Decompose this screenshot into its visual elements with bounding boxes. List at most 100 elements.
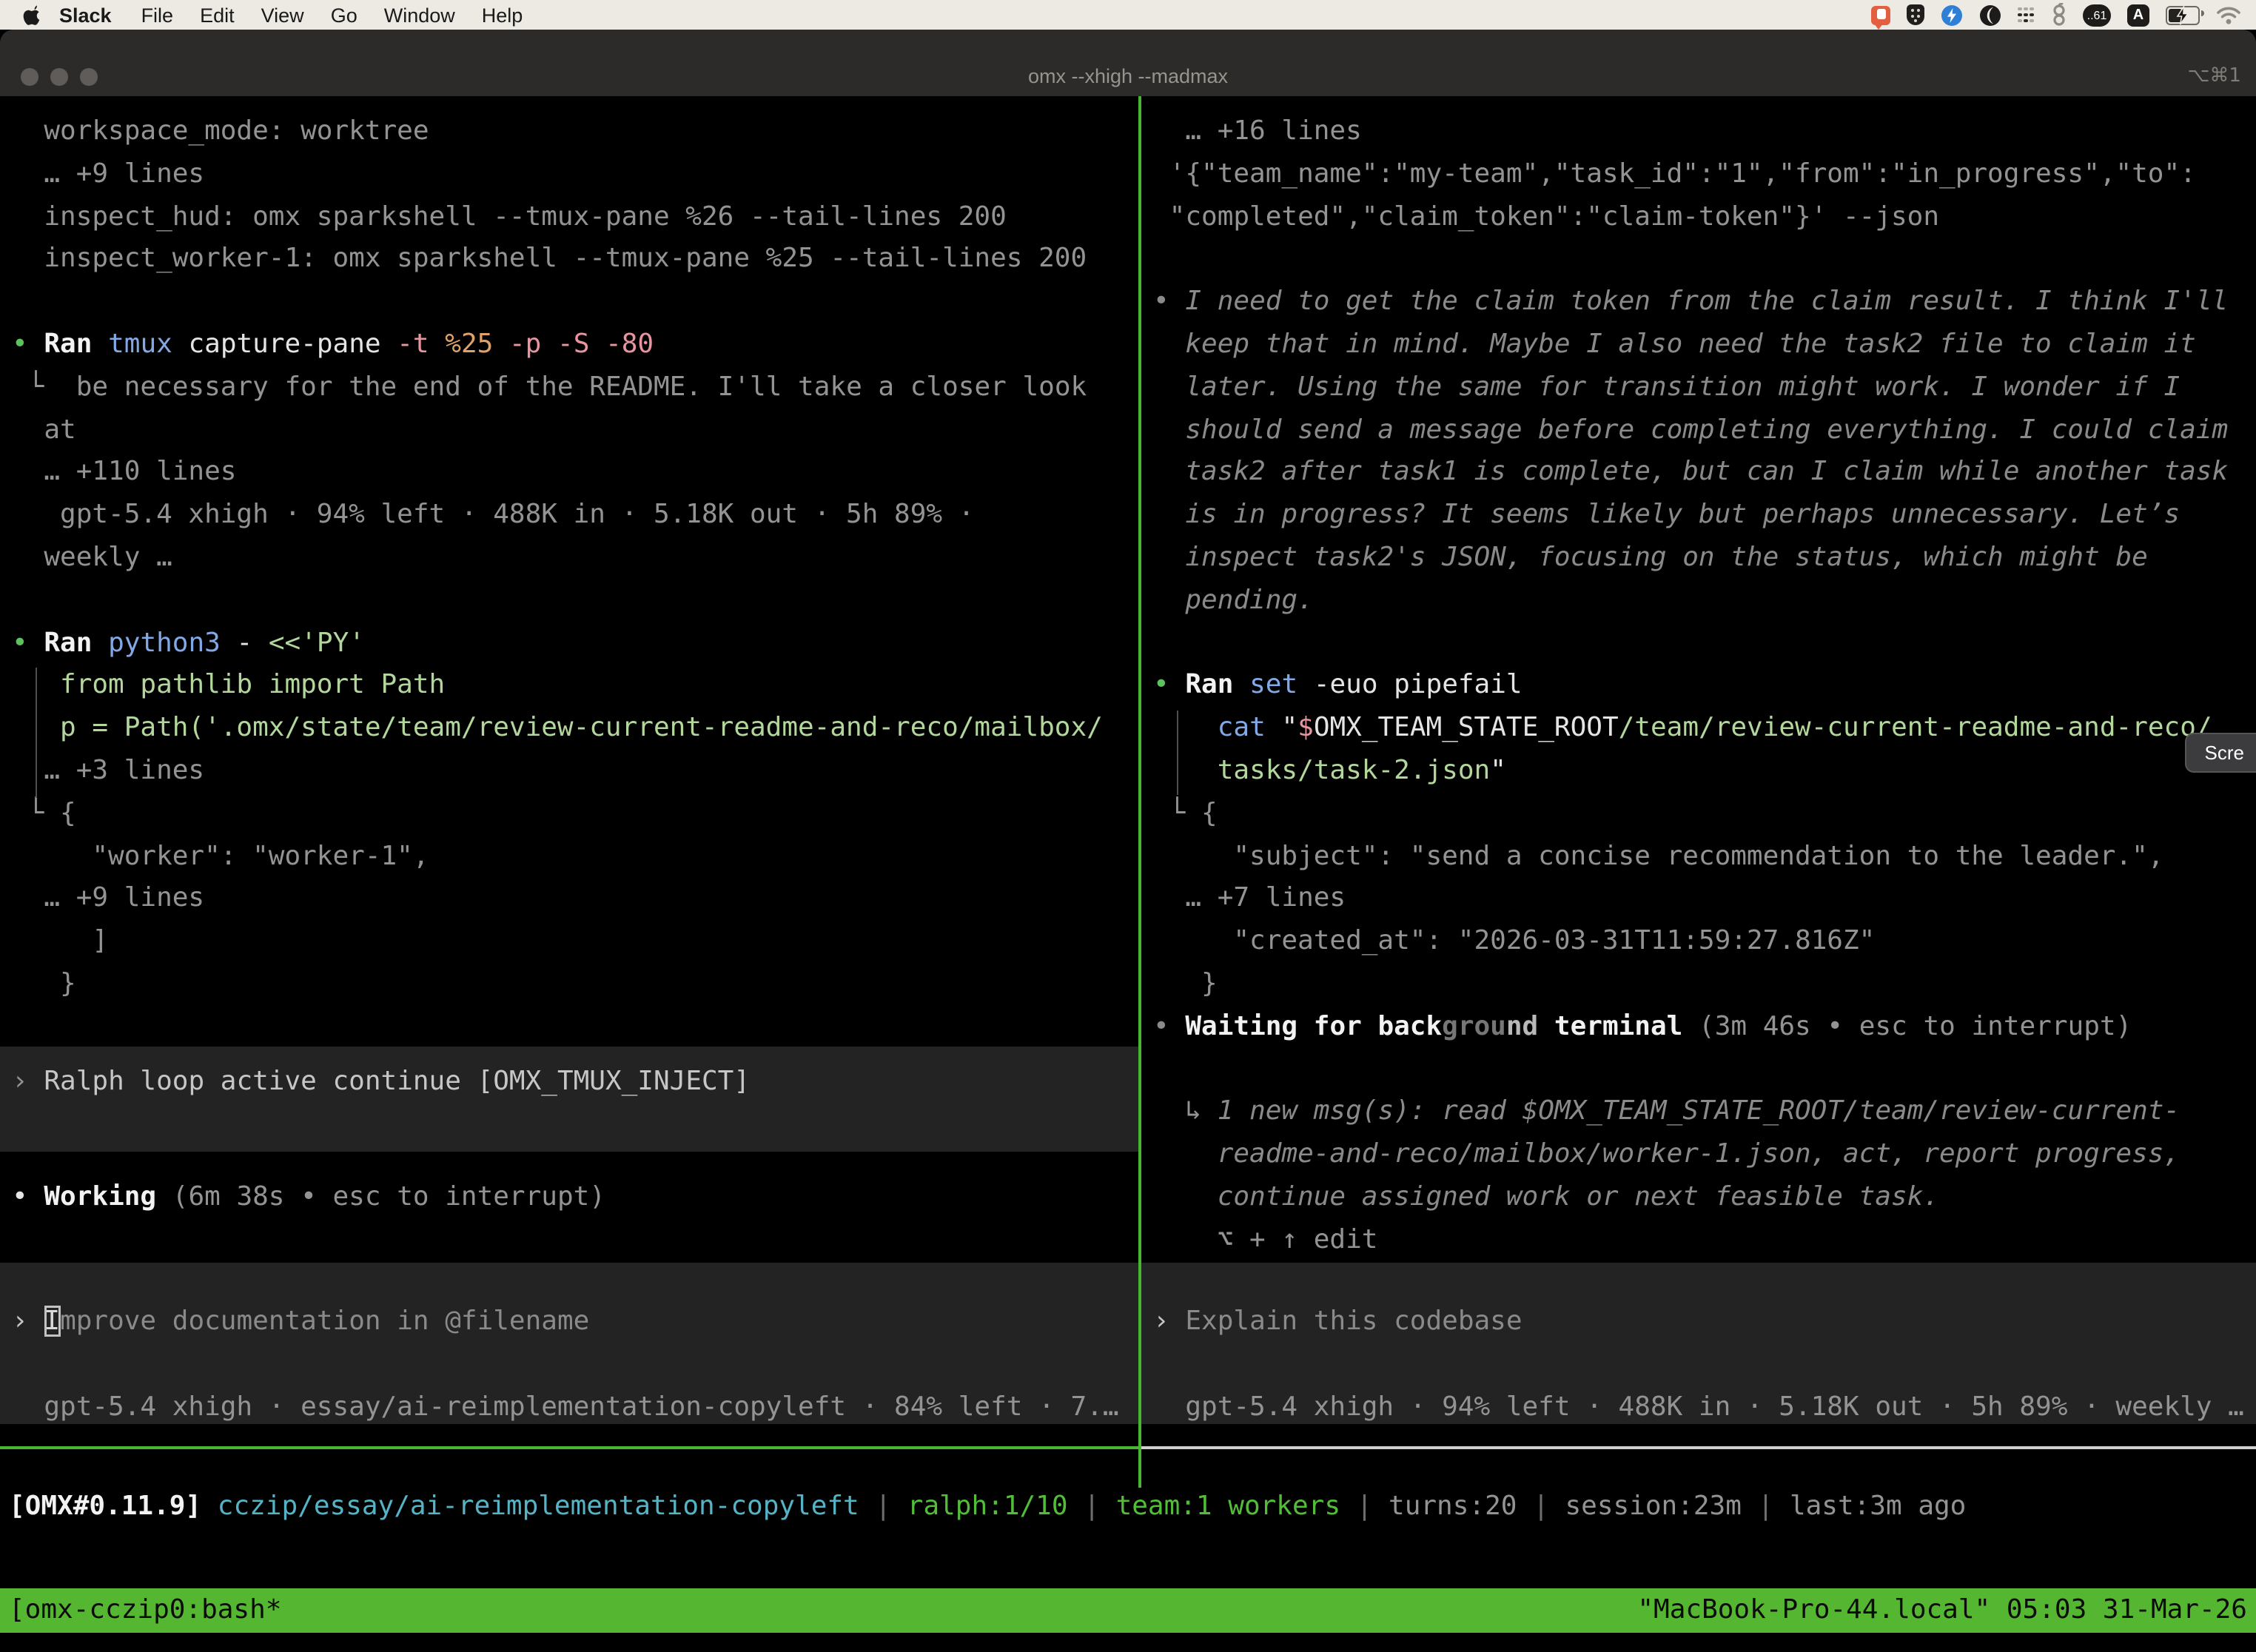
terminal-line: • Ran python3 - <<'PY'	[12, 622, 1138, 665]
terminal-line: readme-and-reco/mailbox/worker-1.json, a…	[1153, 1134, 2256, 1177]
chat-app-icon[interactable]	[1871, 5, 1890, 24]
screen-tooltip: Scre	[2186, 733, 2256, 773]
terminal-line: inspect_worker-1: omx sparkshell --tmux-…	[12, 239, 1138, 282]
terminal-line: • Working (6m 38s • esc to interrupt)	[12, 1177, 1138, 1220]
model-status-line-right: gpt-5.4 xhigh · 94% left · 488K in · 5.1…	[1141, 1387, 2256, 1430]
menu-item-help[interactable]: Help	[469, 4, 537, 26]
apple-menu-icon[interactable]	[21, 4, 40, 26]
terminal-line: • Ran set -euo pipefail	[1153, 665, 2256, 708]
tmux-status-bar: [omx-cczip0:bash* "MacBook-Pro-44.local"…	[0, 1588, 2256, 1633]
terminal-line	[1153, 1049, 2256, 1092]
terminal-line: ⌥ + ↑ edit	[1153, 1219, 2256, 1262]
terminal-line: "subject": "send a concise recommendatio…	[1153, 836, 2256, 879]
menu-bar: SlackFileEditViewGoWindowHelp ..61 A	[0, 0, 2256, 30]
window-shortcut-hint: ⌥⌘1	[2187, 65, 2241, 87]
app-menu-items: SlackFileEditViewGoWindowHelp	[46, 4, 536, 26]
crescent-circle-icon[interactable]	[1979, 4, 2001, 26]
terminal-line: '{"team_name":"my-team","task_id":"1","f…	[1153, 154, 2256, 197]
terminal-line: › Ralph loop active continue [OMX_TMUX_I…	[12, 1061, 1138, 1104]
dots-grid-icon[interactable]	[2018, 6, 2035, 24]
squiggle-icon[interactable]	[2052, 3, 2067, 27]
speedtest-bolt-icon[interactable]	[1941, 4, 1963, 26]
terminal-line: … +7 lines	[1153, 879, 2256, 921]
menu-item-file[interactable]: File	[128, 4, 187, 26]
terminal-line: … +3 lines	[12, 751, 1138, 793]
terminal-line: pending.	[1153, 580, 2256, 623]
terminal-line: cat "$OMX_TEAM_STATE_ROOT/team/review-cu…	[1153, 708, 2256, 751]
tmux-host-clock: "MacBook-Pro-44.local" 05:03 31-Mar-26	[1637, 1588, 2247, 1633]
omx-session-status-bar: [OMX#0.11.9] cczip/essay/ai-reimplementa…	[0, 1486, 2256, 1529]
window-title: omx --xhigh --madmax	[0, 65, 2256, 87]
terminal-line: keep that in mind. Maybe I also need the…	[1153, 324, 2256, 367]
terminal-line: • I need to get the claim token from the…	[1153, 281, 2256, 324]
window-titlebar[interactable]: omx --xhigh --madmax ⌥⌘1	[0, 30, 2256, 98]
menu-item-window[interactable]: Window	[371, 4, 469, 26]
wifi-icon[interactable]	[2216, 5, 2241, 24]
terminal-line: … +9 lines	[12, 154, 1138, 197]
terminal-window: omx --xhigh --madmax ⌥⌘1 workspace_mode:…	[0, 30, 2256, 1652]
menu-bar-status-icons: ..61 A	[1871, 3, 2256, 27]
text-cursor: I	[44, 1306, 60, 1337]
terminal-line: from pathlib import Path	[12, 665, 1138, 708]
terminal-line	[1153, 239, 2256, 282]
terminal-line: gpt-5.4 xhigh · 94% left · 488K in · 5.1…	[1153, 1387, 2256, 1430]
badge-61-icon[interactable]: ..61	[2083, 4, 2111, 26]
terminal-line: • Waiting for background terminal (3m 46…	[1153, 1006, 2256, 1049]
menu-item-view[interactable]: View	[248, 4, 318, 26]
terminal-line: └ be necessary for the end of the README…	[12, 367, 1138, 410]
model-status-line-left: gpt-5.4 xhigh · essay/ai-reimplementatio…	[0, 1387, 1138, 1430]
left-pane-scrollback: workspace_mode: worktree … +9 lines insp…	[0, 96, 1138, 1006]
terminal-line: task2 after task1 is complete, but can I…	[1153, 452, 2256, 495]
pane-border-left	[0, 1446, 1138, 1449]
letter-a-icon[interactable]: A	[2127, 4, 2149, 26]
terminal-line: [OMX#0.11.9] cczip/essay/ai-reimplementa…	[9, 1486, 2256, 1529]
terminal-line: … +16 lines	[1153, 111, 2256, 154]
desktop: SlackFileEditViewGoWindowHelp ..61 A	[0, 0, 2256, 1652]
terminal-line: … +9 lines	[12, 879, 1138, 921]
terminal-line: … +110 lines	[12, 452, 1138, 495]
working-status-line: • Working (6m 38s • esc to interrupt)	[0, 1177, 1138, 1220]
terminal-line: "worker": "worker-1",	[12, 836, 1138, 879]
terminal-line: inspect_hud: omx sparkshell --tmux-pane …	[12, 196, 1138, 239]
terminal-line: ↳ 1 new msg(s): read $OMX_TEAM_STATE_ROO…	[1153, 1092, 2256, 1135]
tmux-session: workspace_mode: worktree … +9 lines insp…	[0, 96, 2256, 1652]
terminal-line: should send a message before completing …	[1153, 409, 2256, 452]
pane-border-right	[1141, 1446, 2256, 1449]
indent-guide	[35, 668, 37, 798]
tmux-pane-right[interactable]: … +16 lines '{"team_name":"my-team","tas…	[1141, 96, 2256, 1488]
terminal-line: later. Using the same for transition mig…	[1153, 367, 2256, 410]
battery-icon[interactable]	[2166, 5, 2200, 24]
indent-guide	[1176, 711, 1178, 795]
ralph-loop-banner: › Ralph loop active continue [OMX_TMUX_I…	[0, 1047, 1138, 1152]
terminal-line: continue assigned work or next feasible …	[1153, 1177, 2256, 1220]
terminal-line: }	[1153, 964, 2256, 1007]
terminal-line: "completed","claim_token":"claim-token"}…	[1153, 196, 2256, 239]
terminal-line: weekly …	[12, 537, 1138, 580]
terminal-line: └ {	[1153, 793, 2256, 836]
terminal-line: gpt-5.4 xhigh · essay/ai-reimplementatio…	[12, 1387, 1138, 1430]
terminal-line: └ {	[12, 793, 1138, 836]
terminal-line: › Improve documentation in @filename	[12, 1301, 1138, 1344]
tmux-pane-left[interactable]: workspace_mode: worktree … +9 lines insp…	[0, 96, 1138, 1488]
terminal-line: gpt-5.4 xhigh · 94% left · 488K in · 5.1…	[12, 494, 1138, 537]
terminal-line: • Ran tmux capture-pane -t %25 -p -S -80	[12, 324, 1138, 367]
terminal-line	[1153, 622, 2256, 665]
shield-grid-icon[interactable]	[1907, 4, 1924, 25]
menu-item-slack[interactable]: Slack	[46, 4, 128, 26]
tmux-window-name: [omx-cczip0:bash*	[9, 1588, 281, 1633]
right-pane-scrollback: … +16 lines '{"team_name":"my-team","tas…	[1141, 96, 2256, 1262]
terminal-line: tasks/task-2.json"	[1153, 751, 2256, 793]
terminal-line: at	[12, 409, 1138, 452]
terminal-line: ]	[12, 921, 1138, 964]
terminal-line: is in progress? It seems likely but perh…	[1153, 494, 2256, 537]
terminal-line: inspect task2's JSON, focusing on the st…	[1153, 537, 2256, 580]
terminal-line: › Explain this codebase	[1153, 1301, 2256, 1344]
terminal-line: p = Path('.omx/state/team/review-current…	[12, 708, 1138, 751]
menu-item-edit[interactable]: Edit	[187, 4, 248, 26]
terminal-line: workspace_mode: worktree	[12, 111, 1138, 154]
terminal-line	[12, 281, 1138, 324]
terminal-line: "created_at": "2026-03-31T11:59:27.816Z"	[1153, 921, 2256, 964]
terminal-line	[12, 580, 1138, 623]
terminal-line: }	[12, 964, 1138, 1007]
menu-item-go[interactable]: Go	[318, 4, 371, 26]
